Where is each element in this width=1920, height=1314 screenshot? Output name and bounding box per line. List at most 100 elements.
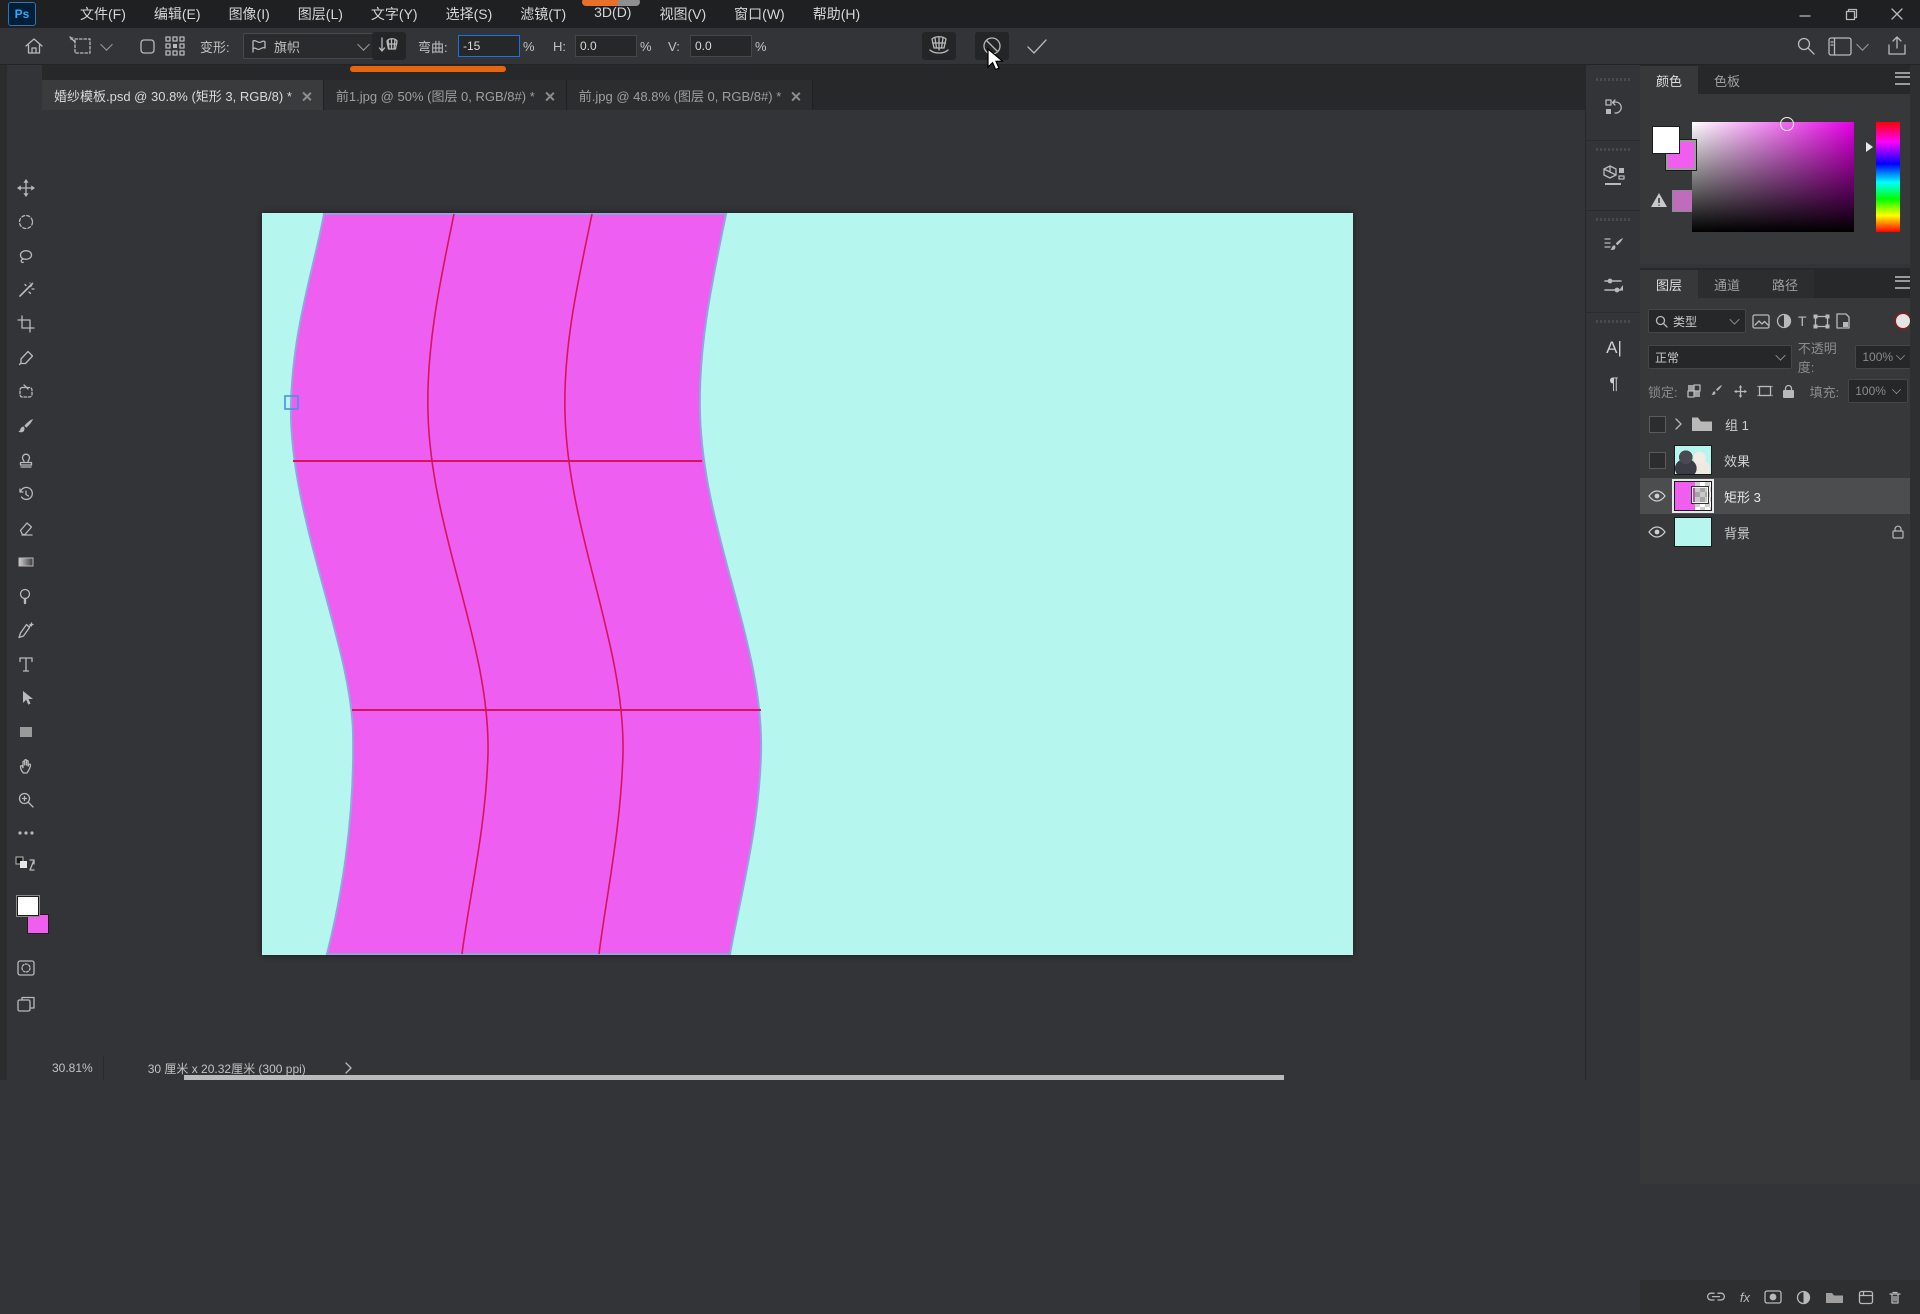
shape-tool-icon[interactable] <box>14 720 38 744</box>
menu-window[interactable]: 窗口(W) <box>720 0 799 29</box>
new-group-icon[interactable] <box>1825 1290 1844 1304</box>
close-button[interactable] <box>1874 0 1920 28</box>
lock-position-icon[interactable] <box>1733 384 1748 399</box>
panel-foreground-swatch[interactable] <box>1652 126 1680 154</box>
adjustment-layer-icon[interactable] <box>1796 1290 1811 1305</box>
healing-patch-tool-icon[interactable] <box>14 380 38 404</box>
visibility-toggle[interactable] <box>1640 452 1674 469</box>
tool-presets-panel-icon[interactable] <box>1600 272 1628 300</box>
menu-type[interactable]: 文字(Y) <box>357 0 432 29</box>
tab-layers[interactable]: 图层 <box>1640 270 1698 298</box>
share-icon[interactable] <box>1886 28 1908 64</box>
menu-3d[interactable]: 3D(D) <box>580 0 645 29</box>
screen-mode-icon[interactable] <box>14 992 38 1016</box>
visibility-toggle[interactable] <box>1640 490 1674 502</box>
bend-input[interactable] <box>458 35 520 57</box>
dock-scroll-gutter[interactable] <box>1910 64 1920 1080</box>
lock-pixels-icon[interactable] <box>1710 384 1724 398</box>
tab-close-icon[interactable] <box>545 91 554 100</box>
eraser-tool-icon[interactable] <box>14 516 38 540</box>
move-tool-icon[interactable] <box>14 176 38 200</box>
link-layers-icon[interactable] <box>1706 1291 1726 1303</box>
filter-pixel-layers-icon[interactable] <box>1752 314 1770 329</box>
tab-channels[interactable]: 通道 <box>1698 270 1756 298</box>
menu-file[interactable]: 文件(F) <box>66 0 140 29</box>
doc-tab-front[interactable]: 前.jpg @ 48.8% (图层 0, RGB/8#) * <box>567 80 814 110</box>
group-expand-chevron-icon[interactable] <box>1674 418 1683 430</box>
hand-tool-icon[interactable] <box>14 754 38 778</box>
color-picker-ring[interactable] <box>1780 117 1794 131</box>
menu-help[interactable]: 帮助(H) <box>799 0 874 29</box>
filter-adjustment-layers-icon[interactable] <box>1776 313 1792 329</box>
canvas-pasteboard[interactable] <box>42 110 1585 1056</box>
dodge-tool-icon[interactable] <box>14 584 38 608</box>
lock-transparency-icon[interactable] <box>1687 384 1701 398</box>
doc-tab-front1[interactable]: 前1.jpg @ 50% (图层 0, RGB/8#) * <box>324 80 567 110</box>
h-distortion-input[interactable] <box>575 35 637 57</box>
minimize-button[interactable] <box>1782 0 1828 28</box>
lock-artboard-icon[interactable] <box>1757 384 1773 398</box>
crop-tool-icon[interactable] <box>14 312 38 336</box>
paragraph-panel-icon[interactable]: ¶ <box>1600 370 1628 398</box>
layer-thumbnail[interactable] <box>1674 445 1712 475</box>
zoom-tool-icon[interactable] <box>14 788 38 812</box>
tab-close-icon[interactable] <box>791 91 800 100</box>
doc-tab-wedding-template[interactable]: 婚纱模板.psd @ 30.8% (矩形 3, RGB/8) * <box>42 80 324 110</box>
history-brush-tool-icon[interactable] <box>14 482 38 506</box>
layer-row-effect[interactable]: 效果 <box>1640 442 1920 478</box>
tab-paths[interactable]: 路径 <box>1756 270 1814 298</box>
add-mask-icon[interactable] <box>1764 1290 1782 1304</box>
search-icon[interactable] <box>1796 28 1816 64</box>
brush-tool-icon[interactable] <box>14 414 38 438</box>
lasso-tool-icon[interactable] <box>14 244 38 268</box>
layer-row-rectangle3[interactable]: 矩形 3 <box>1640 478 1920 514</box>
layer-style-fx-icon[interactable]: fx <box>1740 1290 1750 1305</box>
edit-toolbar-ellipsis-icon[interactable] <box>14 821 38 845</box>
new-layer-icon[interactable] <box>1858 1290 1874 1305</box>
v-distortion-input[interactable] <box>690 35 752 57</box>
split-warp-button[interactable] <box>922 32 956 60</box>
hue-strip[interactable] <box>1876 122 1900 232</box>
layer-row-background[interactable]: 背景 <box>1640 514 1920 550</box>
gradient-tool-icon[interactable] <box>14 550 38 574</box>
brush-settings-panel-icon[interactable] <box>1600 232 1628 260</box>
lock-all-icon[interactable] <box>1782 384 1795 399</box>
swap-colors-icon[interactable] <box>14 854 38 878</box>
pen-tool-icon[interactable] <box>14 618 38 642</box>
menu-image[interactable]: 图像(I) <box>215 0 284 29</box>
panel-grip[interactable] <box>1596 148 1630 151</box>
panel-menu-icon[interactable] <box>1895 276 1910 289</box>
delete-layer-icon[interactable] <box>1888 1290 1902 1305</box>
warped-rectangle-shape[interactable] <box>291 214 761 954</box>
tab-swatches[interactable]: 色板 <box>1698 66 1756 94</box>
menu-edit[interactable]: 编辑(E) <box>140 0 215 29</box>
visibility-toggle[interactable] <box>1640 526 1674 538</box>
warp-checkbox[interactable] <box>140 28 155 64</box>
3d-panel-icon[interactable] <box>1600 162 1628 190</box>
warp-style-select[interactable]: 旗帜 <box>243 33 375 59</box>
transform-tool-icon[interactable] <box>68 35 94 57</box>
filter-type-layers-icon[interactable]: T <box>1798 313 1807 329</box>
horizontal-scrollbar[interactable] <box>184 1075 1284 1080</box>
eyedropper-tool-icon[interactable] <box>14 346 38 370</box>
workspace-icon[interactable] <box>1828 37 1852 56</box>
panel-menu-icon[interactable] <box>1895 72 1910 85</box>
panel-grip[interactable] <box>1596 320 1630 323</box>
visibility-toggle[interactable] <box>1640 416 1674 433</box>
gamut-warning-icon[interactable] <box>1650 192 1668 208</box>
clone-stamp-tool-icon[interactable] <box>14 448 38 472</box>
warp-orientation-button[interactable] <box>372 32 406 60</box>
saturation-brightness-box[interactable] <box>1692 122 1854 232</box>
fill-value[interactable]: 100% <box>1848 379 1908 403</box>
layer-thumbnail[interactable] <box>1674 517 1712 547</box>
menu-view[interactable]: 视图(V) <box>645 0 720 29</box>
panel-grip[interactable] <box>1596 78 1630 81</box>
filter-shape-layers-icon[interactable] <box>1813 314 1830 329</box>
status-chevron-icon[interactable] <box>344 1062 354 1074</box>
character-panel-icon[interactable]: A| <box>1600 334 1628 362</box>
gamut-color-swatch[interactable] <box>1672 190 1694 212</box>
layer-thumbnail[interactable] <box>1674 481 1712 511</box>
restore-button[interactable] <box>1828 0 1874 28</box>
tool-preset-chevron-icon[interactable] <box>100 38 113 51</box>
opacity-value[interactable]: 100% <box>1855 345 1912 369</box>
